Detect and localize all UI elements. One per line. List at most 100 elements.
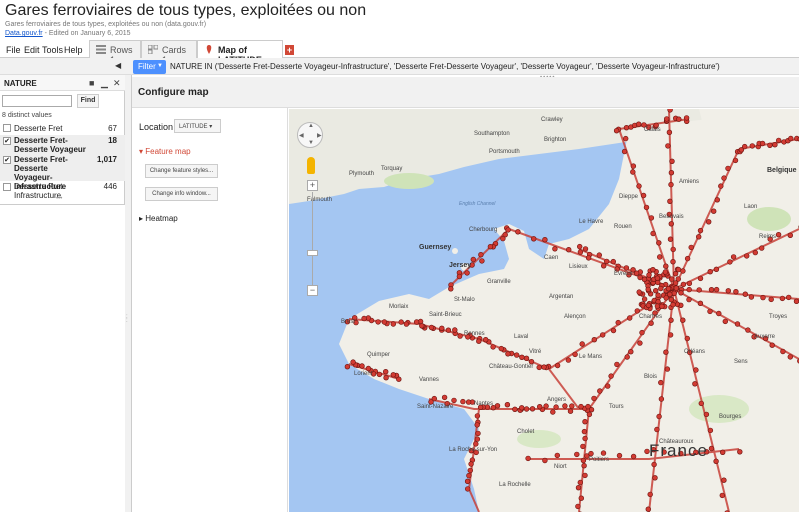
menu-help[interactable]: Help — [64, 45, 83, 55]
map-label-lorient: Lorient — [354, 371, 373, 377]
checkbox-checked[interactable]: ✔ — [3, 137, 11, 145]
map-label-rennes: Rennes — [464, 331, 485, 337]
station-marker — [500, 235, 506, 242]
station-marker — [359, 363, 365, 369]
checkbox[interactable] — [3, 183, 11, 191]
map-label-tours: Tours — [609, 404, 624, 410]
edited-text: - Edited on January 6, 2015 — [42, 30, 131, 37]
item-count: 1,017 — [96, 155, 117, 164]
pan-right-icon[interactable]: ▶ — [317, 132, 322, 139]
street-view-pegman-icon[interactable] — [307, 157, 315, 174]
station-marker — [382, 369, 389, 375]
station-marker — [703, 411, 710, 418]
vertical-splitter[interactable] — [125, 75, 132, 512]
pan-control[interactable]: ▲ ▼ ◀ ▶ — [297, 122, 323, 148]
station-marker — [577, 243, 583, 250]
station-marker — [641, 276, 648, 283]
station-marker — [512, 406, 518, 412]
more-handle[interactable]: ••• — [56, 196, 62, 202]
station-marker — [554, 362, 561, 369]
list-item[interactable]: Desserte Fret 67 — [0, 123, 125, 135]
station-marker — [452, 327, 458, 333]
station-marker — [655, 292, 661, 298]
map-label-brighton: Brighton — [544, 137, 567, 143]
station-marker — [667, 236, 674, 242]
station-marker — [505, 227, 511, 233]
station-marker — [636, 121, 642, 127]
filter-panel-title: NATURE — [4, 79, 37, 88]
station-marker — [597, 388, 603, 394]
tab-map[interactable]: Map of LATITUDE — [197, 40, 283, 65]
station-marker — [466, 472, 472, 479]
zoom-slider-thumb[interactable] — [307, 250, 318, 256]
map-pin-icon — [206, 45, 212, 54]
change-info-window-button[interactable]: Change info window... — [145, 187, 218, 201]
list-item[interactable]: ✔ Desserte Fret-Desserte Voyageur 18 — [0, 135, 125, 154]
source-link[interactable]: Data.gouv.fr — [5, 30, 43, 37]
heatmap-toggle[interactable]: ▸ Heatmap — [139, 214, 178, 223]
station-marker — [659, 303, 665, 310]
station-marker — [596, 252, 602, 258]
list-item[interactable]: ✔ Desserte Fret-Desserte Voyageur-Infras… — [0, 154, 125, 191]
map-label-lisieux: Lisieux — [569, 264, 588, 270]
checkbox-checked[interactable]: ✔ — [3, 156, 11, 164]
station-marker — [647, 491, 653, 498]
map-label-crawley: Crawley — [541, 117, 563, 123]
station-marker — [727, 259, 733, 265]
map-label-auxerre: Auxerre — [754, 334, 776, 340]
station-marker — [575, 485, 582, 491]
menu-file[interactable]: File — [6, 45, 21, 55]
map-label-la-roche: La Roche-sur-Yon — [449, 447, 498, 453]
pan-up-icon[interactable]: ▲ — [308, 123, 314, 129]
station-marker — [398, 319, 404, 325]
zoom-in-button[interactable]: + — [307, 180, 318, 191]
station-marker — [344, 364, 351, 370]
feature-map-toggle[interactable]: ▾ Feature map — [139, 147, 191, 156]
checkbox[interactable] — [3, 124, 11, 132]
station-marker — [787, 232, 793, 239]
station-marker — [439, 325, 445, 332]
list-item[interactable]: Desserte Fret-Infrastructure 446 — [0, 181, 125, 200]
station-marker — [776, 137, 782, 144]
collapse-panel-icon[interactable]: ◀ — [115, 61, 121, 70]
tab-rows[interactable]: Rows 1 — [89, 40, 141, 65]
station-marker — [645, 506, 651, 512]
map-canvas[interactable]: Guernsey Jersey France Belgique English … — [289, 109, 799, 512]
station-marker — [656, 240, 662, 246]
pan-left-icon[interactable]: ◀ — [299, 132, 304, 139]
change-feature-styles-button[interactable]: Change feature styles... — [145, 164, 218, 178]
map-label-saint-brieuc: Saint-Brieuc — [429, 312, 462, 318]
map-label-brest: Brest — [341, 319, 356, 325]
map-label-jersey: Jersey — [449, 262, 472, 269]
item-count: 18 — [108, 136, 117, 145]
filter-search-input[interactable] — [2, 95, 72, 107]
station-marker — [720, 449, 726, 455]
map-label-argentan: Argentan — [549, 294, 574, 300]
map-label-cherbourg: Cherbourg — [469, 227, 498, 233]
station-marker — [600, 332, 606, 338]
zoom-slider-track[interactable] — [312, 192, 313, 285]
find-button[interactable]: Find — [77, 94, 99, 108]
station-marker — [630, 169, 636, 175]
menu-tools[interactable]: Tools — [42, 45, 63, 55]
station-marker — [541, 364, 547, 370]
map-label-vannes: Vannes — [419, 377, 439, 383]
station-marker — [680, 268, 686, 274]
location-select[interactable]: LATITUDE ▾ — [174, 119, 221, 133]
pan-down-icon[interactable]: ▼ — [308, 140, 314, 146]
menu-edit[interactable]: Edit — [24, 45, 40, 55]
map-label-nantes: Nantes — [474, 401, 494, 407]
station-marker — [569, 403, 575, 409]
station-marker — [667, 291, 673, 298]
station-marker — [744, 253, 750, 259]
minimize-icon[interactable]: ▁ — [101, 78, 108, 89]
list-view-icon[interactable]: ■ — [89, 78, 94, 88]
add-tab-button[interactable]: + — [285, 45, 294, 55]
zoom-out-button[interactable]: − — [307, 285, 318, 296]
map-label-alencon: Alençon — [564, 314, 586, 320]
station-marker — [585, 255, 592, 261]
filter-button[interactable]: Filter ▼ — [133, 60, 166, 74]
station-marker — [651, 461, 657, 468]
tab-cards[interactable]: Cards 1 — [141, 40, 197, 65]
close-icon[interactable]: ✕ — [113, 78, 121, 89]
